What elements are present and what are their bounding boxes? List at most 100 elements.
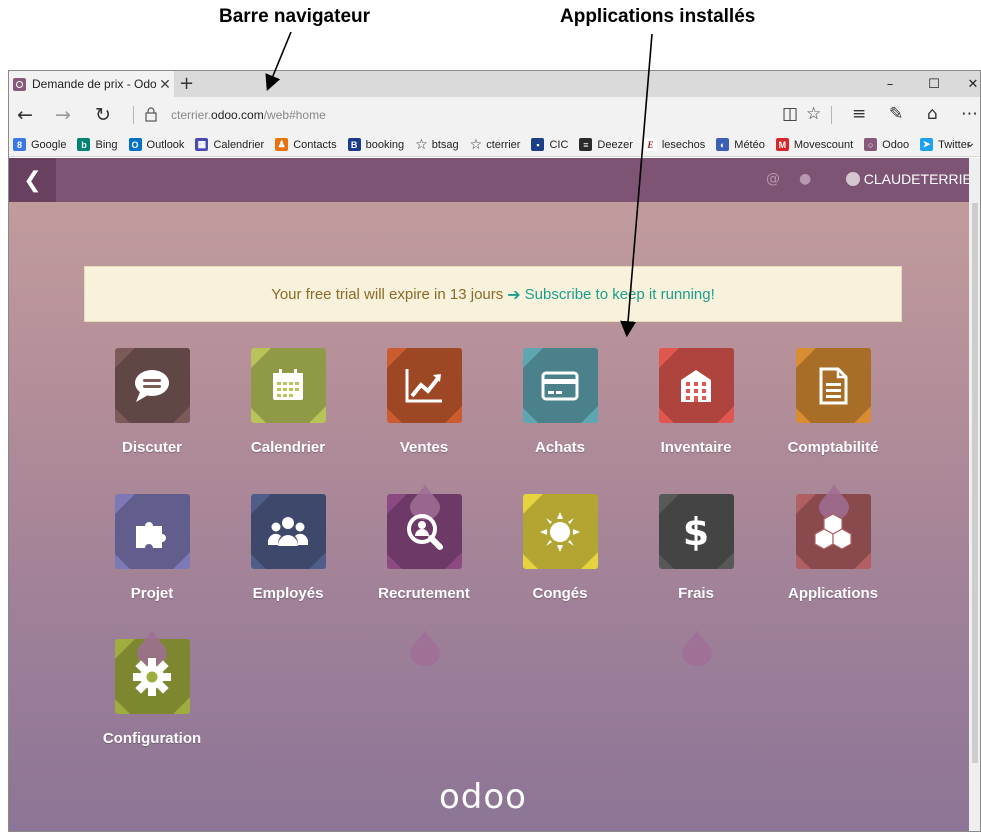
odoo-home: ❮ @ ● CLAUDETERRIER ▾ Your free trial wi… [9,158,969,831]
bookmark-movescount[interactable]: M Movescount [775,138,853,151]
avatar [845,172,860,186]
bookmark-label: lesechos [661,138,706,151]
app-tile[interactable] [522,348,598,423]
refresh-icon[interactable]: ↻ [95,104,111,126]
favorite-star-icon[interactable]: ☆ [806,104,821,124]
separator [133,106,134,124]
share-icon[interactable]: ⌂ [927,104,938,124]
app-name: Frais [678,585,714,602]
credit-card-icon [541,371,579,400]
bookmark-calendrier[interactable]: ▦ Calendrier [195,138,264,151]
app-tile[interactable] [250,348,326,423]
bookmark-twitter[interactable]: ➤ Twitter [920,138,971,151]
chevron-down-icon[interactable]: ⌄ [964,135,976,151]
bookmark-label: Odoo [882,138,910,151]
app-name: Comptabilité [787,439,879,456]
app-employes[interactable]: Employés [220,494,356,602]
tab-bar: Demande de prix - Odo ✕ + – ☐ ✕ [9,71,980,97]
app-tile[interactable] [658,348,734,423]
star-icon: ☆ [415,136,428,153]
trial-text: Your free trial will expire in 13 jours [271,285,504,303]
app-tile[interactable] [114,494,190,569]
bookmark-label: Bing [95,138,118,151]
app-projet[interactable]: Projet [84,494,220,602]
app-tile[interactable]: $ [658,494,734,569]
hub-icon[interactable]: ≡ [852,104,866,124]
app-name: Inventaire [660,439,732,456]
cubes-icon [814,512,852,550]
bookmark-deezer[interactable]: ≡ Deezer [579,138,633,151]
bookmark-label: Météo [734,138,765,151]
minimize-button[interactable]: – [867,71,913,97]
cic-icon: ▪ [531,138,545,151]
app-discuter[interactable]: Discuter [84,348,220,456]
chat-bubble-icon[interactable]: ● [799,171,811,187]
contacts-icon: ♟ [275,138,289,151]
app-comptabilite[interactable]: Comptabilité [765,348,901,456]
bookmark-odoo[interactable]: ○ Odoo [864,138,909,151]
back-arrow-icon[interactable]: ← [17,104,33,126]
bookmark-lesechos[interactable]: Elesechos [643,138,706,151]
browser-tab[interactable]: Demande de prix - Odo ✕ [9,71,174,97]
tab-close-icon[interactable]: ✕ [156,76,174,93]
bookmark-cic[interactable]: ▪ CIC [531,138,568,151]
app-tile[interactable] [114,348,190,423]
app-tile[interactable] [386,348,462,423]
reading-view-icon[interactable]: ◫ [782,104,798,124]
app-tile[interactable] [522,494,598,569]
bookmark-label: Outlook [146,138,185,151]
user-menu[interactable]: CLAUDETERRIER ▾ [845,171,969,187]
app-name: Ventes [399,439,449,456]
url-field[interactable]: cterrier.odoo.com/web#home [171,108,326,122]
app-name: Configuration [102,730,202,747]
meteo-icon: ◐ [716,138,730,151]
forward-arrow-icon[interactable]: → [55,104,71,126]
bookmark-btsag[interactable]: ☆ btsag [415,137,458,153]
arrow-right-icon: ➔ [507,284,521,304]
outlook-icon: O [128,138,142,151]
separator [831,106,832,124]
app-tile[interactable] [795,348,871,423]
app-name: Employés [252,585,324,602]
bookmark-outlook[interactable]: O Outlook [128,138,185,151]
bookmark-bing[interactable]: b Bing [77,138,118,151]
bookmark-m-t-o[interactable]: ◐ Météo [716,138,765,151]
app-ventes[interactable]: Ventes [356,348,492,456]
booking-icon: B [347,138,361,151]
chart-up-icon [405,368,442,402]
new-tab-button[interactable]: + [179,73,194,94]
calendar-icon [273,368,303,400]
bookmark-booking[interactable]: Bbooking [347,138,405,151]
address-bar-row: ← → ↻ cterrier.odoo.com/web#home ◫ ☆ ≡ ✎… [9,97,980,133]
subscribe-link[interactable]: Subscribe to keep it running! [525,286,715,303]
app-inventaire[interactable]: Inventaire [628,348,764,456]
web-note-icon[interactable]: ✎ [889,104,903,124]
svg-text:$: $ [683,512,709,552]
app-calendrier[interactable]: Calendrier [220,348,356,456]
bookmark-label: btsag [431,138,459,151]
movescount-icon: M [775,138,789,151]
lock-icon [145,107,157,122]
bookmark-cterrier[interactable]: ☆ cterrier [470,137,521,153]
bookmark-label: booking [365,138,405,151]
annotation-browser-bar: Barre navigateur [219,6,371,27]
bookmark-google[interactable]: 8 Google [13,138,66,151]
username: CLAUDETERRIER [863,171,969,187]
close-window-button[interactable]: ✕ [950,71,980,97]
favorites-bar: 8 Google b Bing O Outlook ▦ Calendrier ♟ Contacts… [9,133,980,157]
app-frais[interactable]: $ Frais [628,494,764,602]
lesechos-icon: E [643,138,657,151]
odoo-favicon-icon [13,77,26,91]
more-icon[interactable]: ⋯ [961,104,978,124]
app-name: Achats [534,439,586,456]
app-tile[interactable] [250,494,326,569]
bookmark-contacts[interactable]: ♟ Contacts [275,138,337,151]
back-button[interactable]: ❮ [9,158,56,202]
app-achats[interactable]: Achats [492,348,628,456]
at-icon[interactable]: @ [766,171,780,187]
app-conges[interactable]: Congés [492,494,628,602]
deezer-icon: ≡ [579,138,593,151]
scrollbar-thumb[interactable] [972,203,978,763]
bookmark-label: Deezer [597,138,633,151]
trial-banner: Your free trial will expire in 13 jours … [84,266,902,322]
